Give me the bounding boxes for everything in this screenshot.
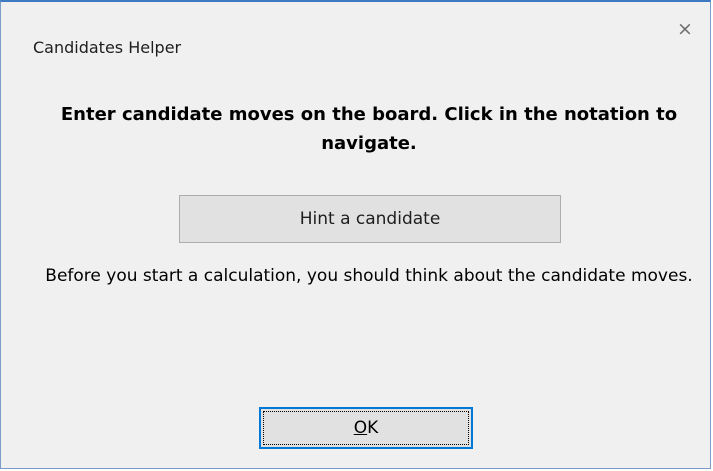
ok-label-rest: K (367, 418, 379, 438)
dialog-title: Candidates Helper (33, 38, 182, 57)
ok-button-label: OK (263, 411, 469, 445)
ok-mnemonic: O (353, 418, 368, 438)
ok-button[interactable]: OK (259, 407, 473, 449)
hint-candidate-button[interactable]: Hint a candidate (179, 195, 561, 243)
content-panel: Enter candidate moves on the board. Clic… (33, 90, 705, 372)
close-icon[interactable]: × (674, 18, 696, 40)
instruction-heading: Enter candidate moves on the board. Clic… (60, 104, 678, 154)
candidates-helper-dialog: Candidates Helper × Enter candidate move… (0, 0, 711, 469)
info-text: Before you start a calculation, you shou… (45, 266, 693, 286)
